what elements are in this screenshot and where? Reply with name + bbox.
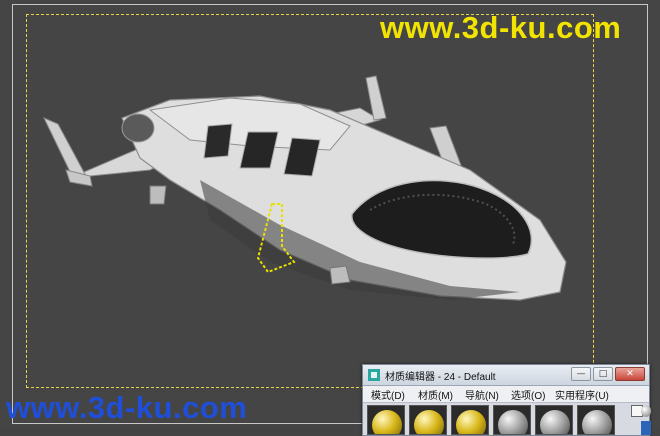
material-editor-titlebar[interactable]: 材质编辑器 - 24 - Default — □ ✕ (363, 365, 649, 386)
material-sphere (582, 410, 612, 434)
material-sphere (414, 410, 444, 434)
landing-gear (329, 265, 351, 285)
material-slot-3[interactable] (451, 405, 489, 435)
material-slot-5[interactable] (535, 405, 573, 435)
material-slot-4[interactable] (493, 405, 531, 435)
menu-item-navigation[interactable]: 导航(N) (465, 387, 499, 402)
material-slot-1[interactable] (367, 405, 405, 435)
sphere-preview-icon[interactable] (641, 405, 651, 417)
material-editor-window[interactable]: 材质编辑器 - 24 - Default — □ ✕ 模式(D) 材质(M) 导… (362, 364, 651, 436)
material-sphere (498, 410, 528, 434)
material-sphere (540, 410, 570, 434)
material-sphere (456, 410, 486, 434)
material-sphere (372, 410, 402, 434)
menu-item-material[interactable]: 材质(M) (418, 387, 453, 402)
backlight-icon[interactable] (641, 421, 651, 435)
menu-item-utilities[interactable]: 实用程序(U) (555, 387, 609, 402)
engine (121, 113, 155, 143)
close-button[interactable]: ✕ (615, 367, 645, 381)
left-fin (42, 117, 87, 181)
material-slot-6[interactable] (577, 405, 615, 435)
material-editor-menubar: 模式(D) 材质(M) 导航(N) 选项(O) 实用程序(U) (363, 386, 649, 403)
material-editor-side-tools (631, 405, 651, 435)
watermark-bottom: www.3d-ku.com (6, 390, 248, 425)
maximize-button[interactable]: □ (593, 367, 613, 381)
side-window-1 (203, 123, 233, 159)
minimize-button[interactable]: — (571, 367, 591, 381)
material-sample-slots (367, 405, 629, 435)
material-editor-title: 材质编辑器 - 24 - Default (385, 372, 496, 383)
landing-gear-rear (149, 185, 167, 205)
watermark-top: www.3d-ku.com (380, 10, 622, 45)
material-slot-2[interactable] (409, 405, 447, 435)
menu-item-options[interactable]: 选项(O) (511, 387, 545, 402)
material-editor-app-icon (368, 369, 380, 381)
menu-item-mode[interactable]: 模式(D) (371, 387, 405, 402)
